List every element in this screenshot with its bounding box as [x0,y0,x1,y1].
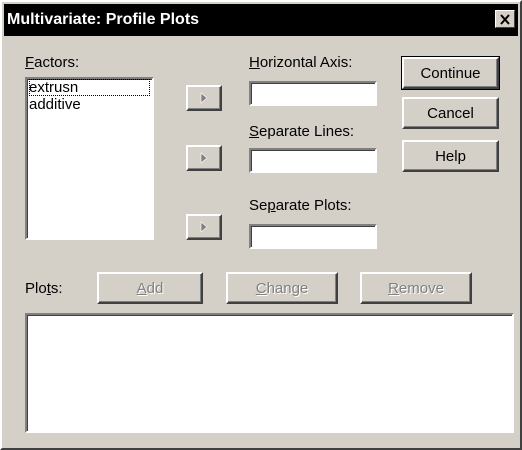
horizontal-axis-label: Horizontal Axis: [249,54,352,71]
plots-listbox[interactable] [25,313,514,433]
plots-label-pre: Plo [25,280,47,297]
continue-button[interactable]: Continue [401,56,500,90]
move-to-separate-plots-button[interactable] [186,214,222,240]
change-button-label-rest: hange [266,279,309,297]
add-button[interactable]: Add [97,272,203,304]
factor-item-extrusn[interactable]: extrusn [29,79,150,96]
separate-plots-field[interactable] [249,224,377,249]
help-button[interactable]: Help [402,140,499,172]
profile-plots-dialog: Multivariate: Profile Plots Factors: ext… [0,0,522,450]
separate-plots-label-mnemonic: p [267,197,276,214]
add-button-label-rest: dd [146,279,164,297]
change-button[interactable]: Change [226,272,338,304]
remove-button[interactable]: Remove [360,272,472,304]
change-button-mnemonic: C [255,279,267,297]
remove-button-mnemonic: R [388,279,399,297]
move-to-horizontal-axis-button[interactable] [186,85,222,111]
move-to-separate-lines-button[interactable] [186,145,222,171]
separate-lines-label-rest: eparate Lines: [259,123,355,140]
factor-item-additive[interactable]: additive [27,96,152,113]
factors-listbox[interactable]: extrusn additive [25,77,154,240]
right-triangle-icon [200,92,208,104]
factors-label: Factors: [25,54,79,71]
right-triangle-icon [200,221,208,233]
separate-lines-label: Separate Lines: [249,123,354,140]
plots-label: Plots: [25,280,63,297]
separate-plots-label-rest: arate Plots: [275,197,352,214]
separate-plots-label: Separate Plots: [249,197,352,214]
separate-lines-label-mnemonic: S [249,123,260,140]
separate-lines-field[interactable] [249,148,377,173]
horizontal-axis-field[interactable] [249,81,377,106]
title-bar[interactable]: Multivariate: Profile Plots [4,4,518,36]
dialog-title: Multivariate: Profile Plots [7,11,200,28]
close-button[interactable] [495,10,515,28]
plots-label-rest: s: [50,280,63,297]
close-icon [500,13,510,25]
right-triangle-icon [200,152,208,164]
separate-plots-label-pre: Se [249,197,268,214]
factors-label-mnemonic: F [25,54,35,71]
cancel-button[interactable]: Cancel [402,97,499,129]
add-button-mnemonic: A [136,279,147,297]
remove-button-label-rest: emove [398,279,444,297]
horizontal-axis-label-mnemonic: H [249,54,260,71]
factors-label-rest: actors: [34,54,80,71]
horizontal-axis-label-rest: orizontal Axis: [259,54,353,71]
